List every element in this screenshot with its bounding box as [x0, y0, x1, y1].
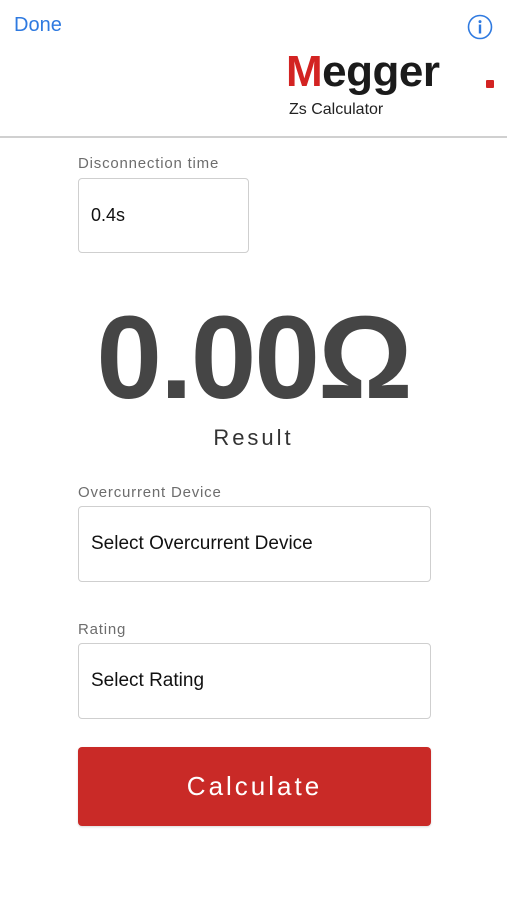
rating-select[interactable]: Select Rating: [78, 643, 431, 719]
rating-label: Rating: [78, 621, 127, 638]
overcurrent-device-label: Overcurrent Device: [78, 484, 222, 501]
info-icon[interactable]: [467, 14, 493, 40]
disconnection-time-label: Disconnection time: [78, 155, 220, 172]
result-value: 0.00Ω: [96, 292, 412, 424]
disconnection-time-value: 0.4s: [91, 205, 126, 225]
logo-text: egger: [322, 47, 440, 96]
overcurrent-device-select[interactable]: Select Overcurrent Device: [78, 506, 431, 582]
app-header: Done Megger Zs Calculator: [0, 0, 507, 138]
logo-registered-mark: [486, 80, 494, 88]
rating-value: Select Rating: [91, 670, 205, 691]
result-label: Result: [213, 425, 294, 450]
megger-logo: Megger: [286, 47, 440, 96]
app-subtitle: Zs Calculator: [289, 101, 384, 118]
disconnection-time-field[interactable]: 0.4s: [78, 178, 249, 253]
done-button[interactable]: Done: [14, 14, 62, 37]
logo-initial: M: [286, 47, 323, 96]
overcurrent-device-value: Select Overcurrent Device: [91, 533, 313, 554]
calculate-button[interactable]: Calculate: [78, 747, 431, 826]
